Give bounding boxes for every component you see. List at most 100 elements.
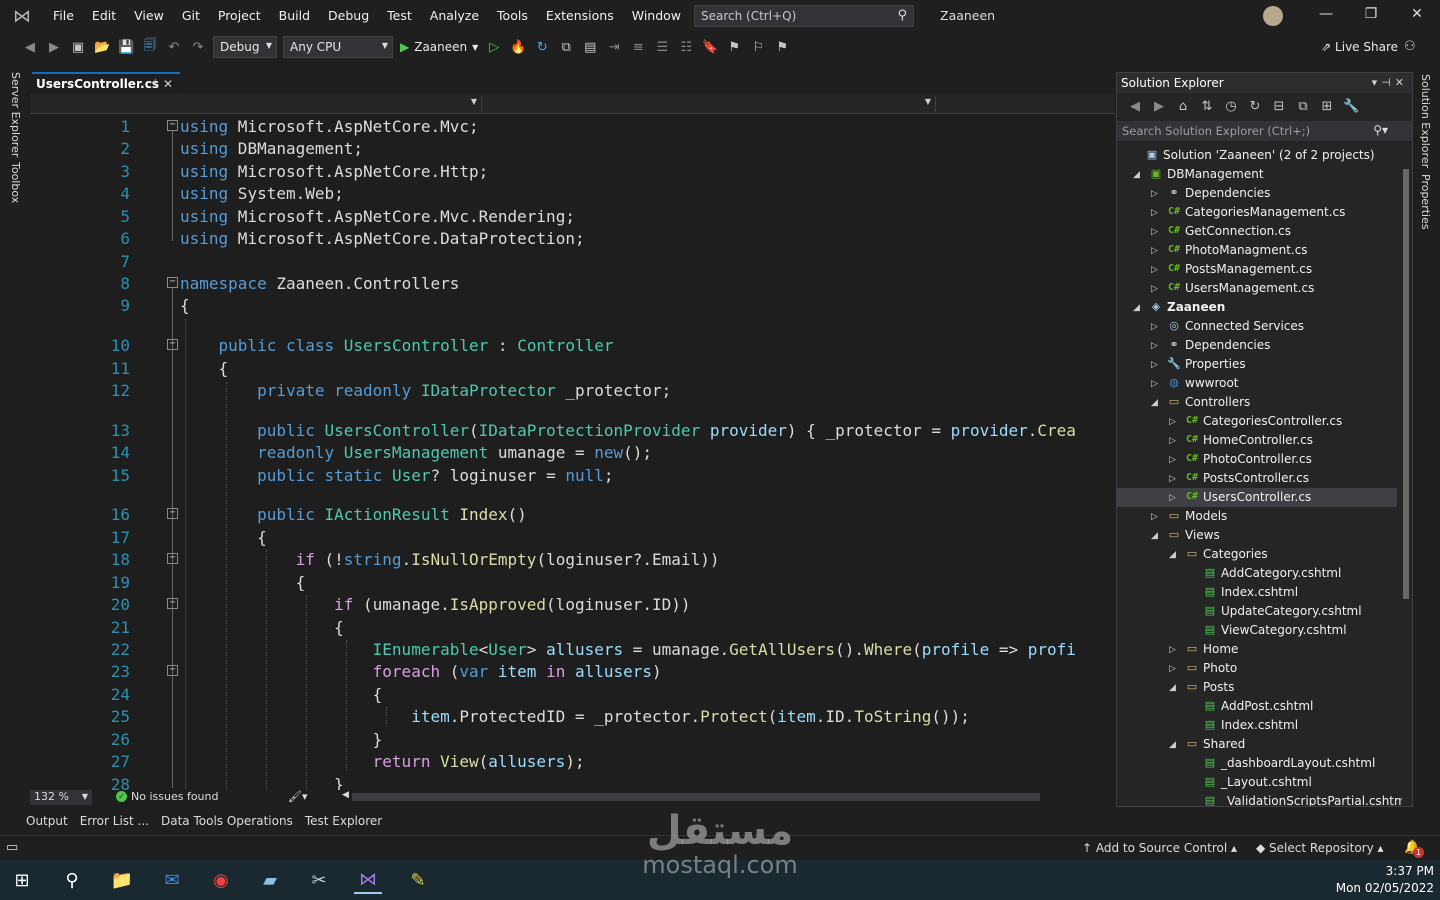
collapse-icon[interactable]: − [167, 508, 178, 519]
tree-item[interactable]: ▷ C# PostsManagement.cs [1117, 260, 1397, 279]
expanded-arrow-icon[interactable]: ◢ [1151, 527, 1158, 546]
panel-controls[interactable]: ▾⊣✕ [1372, 76, 1408, 89]
collapsed-arrow-icon[interactable]: ▷ [1169, 641, 1176, 660]
tree-item[interactable]: ▤ ViewCategory.cshtml [1117, 621, 1397, 640]
expanded-arrow-icon[interactable]: ◢ [1133, 299, 1140, 318]
tree-item[interactable]: ▷ C# UsersManagement.cs [1117, 279, 1397, 298]
tree-item[interactable]: ▤ Index.cshtml [1117, 583, 1397, 602]
browse-icon[interactable]: ⧉ [558, 40, 574, 55]
restore-icon[interactable]: ❐ [1348, 6, 1394, 22]
tree-item[interactable]: ▷ ◍ wwwroot [1117, 374, 1397, 393]
app-icon[interactable]: ✎ [404, 866, 432, 894]
tree-item[interactable]: ▣ Solution 'Zaaneen' (2 of 2 projects) [1117, 146, 1397, 165]
tree-item[interactable]: ▷ ◎ Connected Services [1117, 317, 1397, 336]
tree-item[interactable]: ▷ C# PhotoManagment.cs [1117, 241, 1397, 260]
visual-studio-icon[interactable]: ⋈ [354, 866, 382, 894]
type-nav-select[interactable]: ▼ [484, 96, 936, 112]
brush-icon[interactable]: 🖌▾ [288, 790, 308, 803]
sync-icon[interactable]: ↻ [1247, 99, 1263, 114]
run-button[interactable]: ▶ Zaaneen ▼ [400, 40, 478, 54]
undo-icon[interactable]: ↶ [166, 40, 182, 55]
menu-edit[interactable]: Edit [83, 0, 125, 32]
feedback-icon[interactable]: ⚇ [1404, 39, 1416, 54]
tree-item[interactable]: ◢ ▭ Categories [1117, 545, 1397, 564]
back-icon[interactable]: ◀ [1127, 99, 1143, 114]
collapsed-arrow-icon[interactable]: ▷ [1151, 356, 1158, 375]
menu-debug[interactable]: Debug [319, 0, 378, 32]
new-project-icon[interactable]: ▣ [70, 40, 86, 55]
forward-icon[interactable]: ▶ [46, 40, 62, 55]
expanded-arrow-icon[interactable]: ◢ [1151, 394, 1158, 413]
horizontal-scrollbar[interactable] [352, 793, 1040, 801]
expanded-arrow-icon[interactable]: ◢ [1169, 679, 1176, 698]
collapse-icon[interactable]: − [167, 665, 178, 676]
tree-item[interactable]: ◢ ▭ Posts [1117, 678, 1397, 697]
issues-indicator[interactable]: ✓ No issues found [116, 790, 218, 803]
close-icon[interactable]: ✕ [163, 77, 173, 91]
uncomment-icon[interactable]: ☷ [678, 40, 694, 55]
collapsed-arrow-icon[interactable]: ▷ [1169, 451, 1176, 470]
collapsed-arrow-icon[interactable]: ▷ [1151, 261, 1158, 280]
clear-bookmarks-icon[interactable]: ⚑ [774, 40, 790, 55]
collapsed-arrow-icon[interactable]: ▷ [1169, 432, 1176, 451]
indent-icon[interactable]: ≡ [630, 40, 646, 55]
search-input[interactable]: Search (Ctrl+Q) ⚲ [694, 5, 914, 27]
vertical-scrollbar[interactable] [1402, 169, 1410, 789]
collapsed-arrow-icon[interactable]: ▷ [1169, 470, 1176, 489]
filter-icon[interactable]: ⊞ [1319, 99, 1335, 114]
server-explorer-tab[interactable]: Server Explorer [9, 72, 22, 157]
tree-item[interactable]: ▷ ⚭ Dependencies [1117, 336, 1397, 355]
menu-git[interactable]: Git [173, 0, 209, 32]
solution-search-input[interactable]: Search Solution Explorer (Ctrl+;) ⚲▾ [1117, 121, 1412, 141]
menu-tools[interactable]: Tools [488, 0, 537, 32]
tree-item[interactable]: ▷ 🔧 Properties [1117, 355, 1397, 374]
menu-extensions[interactable]: Extensions [537, 0, 623, 32]
collapsed-arrow-icon[interactable]: ▷ [1169, 489, 1176, 508]
tree-item[interactable]: ▤ _Layout.cshtml [1117, 773, 1397, 792]
tree-item[interactable]: ▷ ▭ Photo [1117, 659, 1397, 678]
tree-item[interactable]: ▷ ⚭ Dependencies [1117, 184, 1397, 203]
save-all-icon[interactable]: 🗐 [142, 36, 158, 58]
tree-item[interactable]: ▤ _ValidationScriptsPartial.cshtml [1117, 792, 1402, 806]
menu-file[interactable]: File [44, 0, 83, 32]
scrollbar-thumb[interactable] [1403, 169, 1409, 599]
taskbar-clock[interactable]: 3:37 PM Mon 02/05/2022 [1336, 863, 1434, 897]
tab-error-list[interactable]: Error List ... [80, 814, 149, 828]
tree-item[interactable]: ◢ ▭ Controllers [1117, 393, 1397, 412]
code-editor[interactable]: 1 2 3 4 5 6 7 8 9 10 11 12 13 14 15 16 17 18 19 20 21 22 23 24 2… [30, 114, 1115, 790]
mail-icon[interactable]: ✉ [158, 866, 186, 894]
menu-window[interactable]: Window [623, 0, 690, 32]
collapsed-arrow-icon[interactable]: ▷ [1151, 280, 1158, 299]
collapsed-arrow-icon[interactable]: ▷ [1151, 337, 1158, 356]
repository-button[interactable]: ◆ Select Repository ▴ [1256, 841, 1384, 855]
source-control-button[interactable]: ↑ Add to Source Control ▴ [1082, 841, 1237, 855]
tree-item[interactable]: ▷ C# PhotoController.cs [1117, 450, 1397, 469]
menu-build[interactable]: Build [270, 0, 319, 32]
next-bookmark-icon[interactable]: ⚐ [750, 40, 766, 55]
avatar[interactable] [1263, 6, 1283, 26]
menu-test[interactable]: Test [378, 0, 421, 32]
tab-output[interactable]: Output [26, 814, 68, 828]
collapse-icon[interactable]: − [167, 598, 178, 609]
toolbox-tab[interactable]: Toolbox [9, 162, 22, 203]
tree-item[interactable]: ▤ _dashboardLayout.cshtml [1117, 754, 1397, 773]
tree-item[interactable]: ▷ ▭ Models [1117, 507, 1397, 526]
close-window-icon[interactable]: ✕ [1394, 6, 1440, 22]
collapse-icon[interactable]: − [167, 553, 178, 564]
history-icon[interactable]: ◷ [1223, 99, 1239, 114]
collapsed-arrow-icon[interactable]: ▷ [1169, 413, 1176, 432]
minimize-icon[interactable]: — [1303, 6, 1349, 22]
tree-item[interactable]: ▷ C# CategoriesManagement.cs [1117, 203, 1397, 222]
tree-item[interactable]: ▷ C# PostsController.cs [1117, 469, 1397, 488]
start-icon[interactable]: ⊞ [8, 866, 36, 894]
collapsed-arrow-icon[interactable]: ▷ [1151, 185, 1158, 204]
start-without-debugging-icon[interactable]: ▷ [486, 40, 502, 55]
collapse-icon[interactable]: − [167, 120, 178, 131]
collapsed-arrow-icon[interactable]: ▷ [1151, 375, 1158, 394]
collapse-icon[interactable]: − [167, 277, 178, 288]
configuration-select[interactable]: Debug ▼ [213, 36, 277, 58]
switch-views-icon[interactable]: ⇅ [1199, 99, 1215, 114]
tree-item[interactable]: ▤ AddCategory.cshtml [1117, 564, 1397, 583]
collapsed-arrow-icon[interactable]: ▷ [1151, 508, 1158, 527]
properties-tab[interactable]: Properties [1419, 174, 1432, 230]
